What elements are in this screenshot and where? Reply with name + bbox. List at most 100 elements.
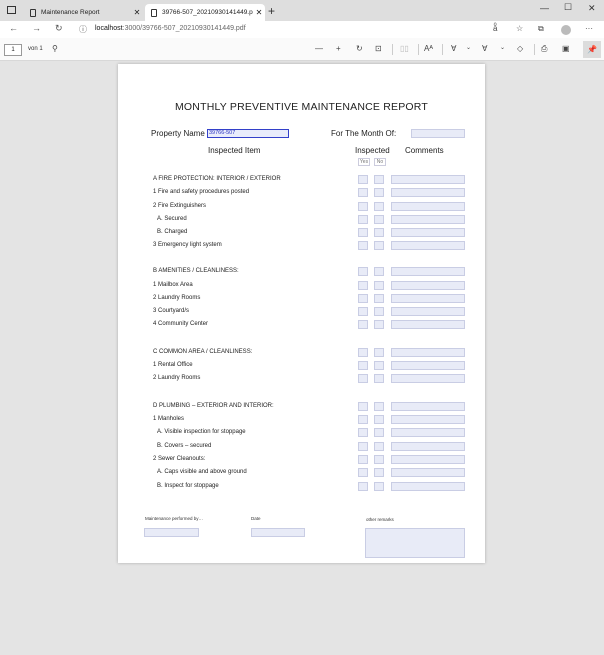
yes-checkbox[interactable] bbox=[358, 402, 368, 411]
yes-checkbox[interactable] bbox=[358, 294, 368, 303]
yes-checkbox[interactable] bbox=[358, 415, 368, 424]
no-checkbox[interactable] bbox=[374, 428, 384, 437]
search-icon[interactable]: ⚲ bbox=[52, 44, 58, 53]
property-name-field[interactable]: 39766-507 bbox=[207, 129, 289, 138]
comment-field[interactable] bbox=[391, 267, 465, 276]
highlight-icon[interactable]: ∀ bbox=[482, 44, 487, 53]
comment-field[interactable] bbox=[391, 361, 465, 370]
zoom-in-icon[interactable]: + bbox=[336, 44, 341, 53]
print-icon[interactable]: ⎙ bbox=[541, 44, 547, 54]
tab-actions-icon[interactable] bbox=[7, 6, 16, 14]
no-checkbox[interactable] bbox=[374, 468, 384, 477]
refresh-icon[interactable]: ↻ bbox=[55, 23, 63, 34]
no-checkbox[interactable] bbox=[374, 175, 384, 184]
yes-checkbox[interactable] bbox=[358, 455, 368, 464]
comment-field[interactable] bbox=[391, 428, 465, 437]
yes-checkbox[interactable] bbox=[358, 442, 368, 451]
yes-checkbox[interactable] bbox=[358, 281, 368, 290]
comment-field[interactable] bbox=[391, 402, 465, 411]
date-field[interactable] bbox=[251, 528, 305, 537]
performed-by-field[interactable] bbox=[144, 528, 199, 537]
yes-checkbox[interactable] bbox=[358, 468, 368, 477]
no-checkbox[interactable] bbox=[374, 482, 384, 491]
yes-checkbox[interactable] bbox=[358, 307, 368, 316]
yes-checkbox[interactable] bbox=[358, 215, 368, 224]
comment-field[interactable] bbox=[391, 348, 465, 357]
comment-field[interactable] bbox=[391, 307, 465, 316]
no-checkbox[interactable] bbox=[374, 415, 384, 424]
no-checkbox[interactable] bbox=[374, 267, 384, 276]
comment-field[interactable] bbox=[391, 455, 465, 464]
month-field[interactable] bbox=[411, 129, 465, 138]
no-checkbox[interactable] bbox=[374, 402, 384, 411]
yes-checkbox[interactable] bbox=[358, 267, 368, 276]
no-checkbox[interactable] bbox=[374, 348, 384, 357]
close-tab-icon[interactable]: ✕ bbox=[253, 8, 265, 17]
no-checkbox[interactable] bbox=[374, 188, 384, 197]
comment-field[interactable] bbox=[391, 228, 465, 237]
yes-checkbox[interactable] bbox=[358, 482, 368, 491]
chevron-down-icon[interactable]: ⌄ bbox=[500, 44, 505, 51]
no-checkbox[interactable] bbox=[374, 374, 384, 383]
no-checkbox[interactable] bbox=[374, 228, 384, 237]
forward-icon[interactable]: → bbox=[32, 23, 41, 33]
yes-checkbox[interactable] bbox=[358, 320, 368, 329]
favorites-icon[interactable]: ☆ bbox=[516, 24, 523, 33]
comment-field[interactable] bbox=[391, 374, 465, 383]
collections-icon[interactable]: ⧉ bbox=[538, 24, 544, 34]
minimize-button[interactable]: — bbox=[540, 3, 549, 13]
zoom-out-icon[interactable]: — bbox=[315, 44, 323, 53]
yes-checkbox[interactable] bbox=[358, 175, 368, 184]
no-checkbox[interactable] bbox=[374, 202, 384, 211]
tab-pdf[interactable]: 39766-507_20210930141449.pdf ✕ bbox=[145, 4, 265, 21]
comment-field[interactable] bbox=[391, 482, 465, 491]
fit-page-icon[interactable]: ⊡ bbox=[375, 44, 382, 53]
tab-maintenance-report[interactable]: Maintenance Report ✕ bbox=[24, 4, 143, 21]
more-icon[interactable]: ··· bbox=[585, 24, 593, 33]
save-icon[interactable]: ▣ bbox=[562, 44, 570, 53]
read-aloud-icon[interactable]: aͦ bbox=[493, 24, 497, 33]
chevron-down-icon[interactable]: ⌄ bbox=[466, 44, 471, 51]
info-icon[interactable]: ⓘ bbox=[79, 24, 87, 35]
close-window-button[interactable]: ✕ bbox=[588, 3, 596, 14]
no-checkbox[interactable] bbox=[374, 215, 384, 224]
no-checkbox[interactable] bbox=[374, 241, 384, 250]
no-checkbox[interactable] bbox=[374, 281, 384, 290]
maximize-button[interactable]: ☐ bbox=[564, 2, 572, 13]
no-checkbox[interactable] bbox=[374, 455, 384, 464]
yes-checkbox[interactable] bbox=[358, 228, 368, 237]
url-field[interactable]: localhost:3000/39766-507_20210930141449.… bbox=[95, 25, 246, 32]
comment-field[interactable] bbox=[391, 175, 465, 184]
comment-field[interactable] bbox=[391, 294, 465, 303]
yes-checkbox[interactable] bbox=[358, 428, 368, 437]
rotate-icon[interactable]: ↻ bbox=[356, 44, 363, 53]
text-options-icon[interactable]: Aᴬ bbox=[424, 44, 433, 53]
no-checkbox[interactable] bbox=[374, 442, 384, 451]
no-checkbox[interactable] bbox=[374, 361, 384, 370]
pin-toolbar-icon[interactable]: 📌 bbox=[583, 41, 601, 58]
comment-field[interactable] bbox=[391, 241, 465, 250]
comment-field[interactable] bbox=[391, 215, 465, 224]
comment-field[interactable] bbox=[391, 202, 465, 211]
comment-field[interactable] bbox=[391, 442, 465, 451]
back-icon[interactable]: ← bbox=[9, 23, 18, 33]
yes-checkbox[interactable] bbox=[358, 361, 368, 370]
no-checkbox[interactable] bbox=[374, 294, 384, 303]
yes-checkbox[interactable] bbox=[358, 241, 368, 250]
yes-checkbox[interactable] bbox=[358, 202, 368, 211]
comment-field[interactable] bbox=[391, 468, 465, 477]
yes-checkbox[interactable] bbox=[358, 188, 368, 197]
comment-field[interactable] bbox=[391, 281, 465, 290]
comment-field[interactable] bbox=[391, 320, 465, 329]
page-number-input[interactable]: 1 bbox=[4, 44, 22, 56]
draw-icon[interactable]: ∀ bbox=[451, 44, 456, 53]
remarks-field[interactable] bbox=[365, 528, 465, 558]
comment-field[interactable] bbox=[391, 415, 465, 424]
yes-checkbox[interactable] bbox=[358, 348, 368, 357]
no-checkbox[interactable] bbox=[374, 307, 384, 316]
profile-avatar[interactable] bbox=[561, 25, 571, 35]
eraser-icon[interactable]: ◇ bbox=[517, 44, 523, 53]
no-checkbox[interactable] bbox=[374, 320, 384, 329]
yes-checkbox[interactable] bbox=[358, 374, 368, 383]
new-tab-button[interactable]: + bbox=[268, 4, 275, 18]
